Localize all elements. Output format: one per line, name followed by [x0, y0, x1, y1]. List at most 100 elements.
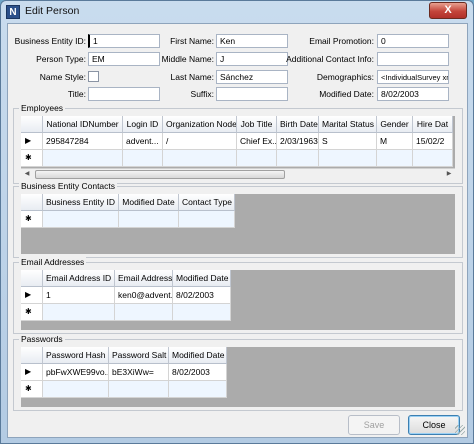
- window-close-button[interactable]: X: [429, 2, 467, 19]
- scrollbar-thumb[interactable]: [35, 170, 285, 179]
- table-cell[interactable]: 295847284: [43, 133, 123, 150]
- current-row-marker-icon[interactable]: ▶: [21, 287, 43, 304]
- business-entity-id-field[interactable]: 1: [88, 34, 160, 48]
- table-cell[interactable]: [277, 150, 319, 167]
- column-header[interactable]: Password Hash: [43, 347, 109, 364]
- table-cell[interactable]: [319, 150, 377, 167]
- table-cell[interactable]: [237, 150, 277, 167]
- person-type-label: Person Type:: [36, 54, 86, 64]
- employees-grid[interactable]: National IDNumber Login ID Organization …: [21, 116, 455, 180]
- column-header[interactable]: Password Salt: [109, 347, 169, 364]
- resize-grip-icon[interactable]: [455, 425, 465, 435]
- employees-group-title: Employees: [19, 103, 66, 114]
- current-row-marker-icon[interactable]: ▶: [21, 133, 43, 150]
- form-client-area: Business Entity ID: 1 Person Type: EM Na…: [7, 23, 468, 438]
- table-cell[interactable]: /: [163, 133, 237, 150]
- column-header[interactable]: Job Title: [237, 116, 277, 133]
- new-row-asterisk-icon[interactable]: ✱: [21, 304, 43, 321]
- table-cell[interactable]: 8/02/2003: [169, 364, 227, 381]
- table-cell[interactable]: 8/02/2003: [173, 287, 231, 304]
- email-promotion-field[interactable]: 0: [377, 34, 449, 48]
- horizontal-scrollbar[interactable]: ◀ ▶: [21, 168, 455, 180]
- row-header-corner: [21, 270, 43, 287]
- table-cell[interactable]: advent...: [123, 133, 163, 150]
- table-cell[interactable]: [119, 211, 179, 228]
- table-cell[interactable]: ken0@advent...: [115, 287, 173, 304]
- table-cell[interactable]: bE3XiWw=: [109, 364, 169, 381]
- person-type-field[interactable]: EM: [88, 52, 160, 66]
- row-header-corner: [21, 194, 43, 211]
- table-row[interactable]: ▶ 1 ken0@advent... 8/02/2003: [21, 287, 231, 304]
- scroll-right-icon[interactable]: ▶: [443, 169, 455, 180]
- table-cell[interactable]: [413, 150, 453, 167]
- column-header[interactable]: Contact Type: [179, 194, 235, 211]
- save-button[interactable]: Save: [348, 415, 400, 435]
- new-row[interactable]: ✱: [21, 211, 235, 228]
- column-header[interactable]: Email Address: [115, 270, 173, 287]
- employees-group: Employees National IDNumber Login ID Org…: [13, 103, 463, 184]
- table-cell[interactable]: [43, 211, 119, 228]
- table-row[interactable]: ▶ 295847284 advent... / Chief Ex... 2/03…: [21, 133, 453, 150]
- business-entity-contacts-grid[interactable]: Business Entity ID Modified Date Contact…: [21, 194, 455, 254]
- table-cell[interactable]: [115, 304, 173, 321]
- passwords-group-title: Passwords: [19, 334, 65, 345]
- additional-contact-info-field[interactable]: [377, 52, 449, 66]
- column-header[interactable]: Email Address ID: [43, 270, 115, 287]
- close-button[interactable]: Close: [408, 415, 460, 435]
- scroll-left-icon[interactable]: ◀: [21, 169, 33, 180]
- table-cell[interactable]: [163, 150, 237, 167]
- column-header[interactable]: Organization Node: [163, 116, 237, 133]
- new-row[interactable]: ✱: [21, 381, 227, 398]
- passwords-grid[interactable]: Password Hash Password Salt Modified Dat…: [21, 347, 455, 407]
- table-row[interactable]: ▶ pbFwXWE99vo... bE3XiWw= 8/02/2003: [21, 364, 227, 381]
- column-header[interactable]: Business Entity ID: [43, 194, 119, 211]
- new-row[interactable]: ✱: [21, 304, 231, 321]
- table-cell[interactable]: [377, 150, 413, 167]
- table-cell[interactable]: S: [319, 133, 377, 150]
- column-header[interactable]: Gender: [377, 116, 413, 133]
- column-header[interactable]: Modified Date: [173, 270, 231, 287]
- table-cell[interactable]: [173, 304, 231, 321]
- column-header[interactable]: Birth Date: [277, 116, 319, 133]
- emails-header-row: Email Address ID Email Address Modified …: [21, 270, 231, 287]
- suffix-field[interactable]: [216, 87, 288, 101]
- current-row-marker-icon[interactable]: ▶: [21, 364, 43, 381]
- table-cell[interactable]: [179, 211, 235, 228]
- table-cell[interactable]: [43, 304, 115, 321]
- table-cell[interactable]: Chief Ex...: [237, 133, 277, 150]
- email-promotion-label: Email Promotion:: [309, 36, 374, 46]
- table-cell[interactable]: pbFwXWE99vo...: [43, 364, 109, 381]
- email-addresses-grid[interactable]: Email Address ID Email Address Modified …: [21, 270, 455, 330]
- business-entity-contacts-group-title: Business Entity Contacts: [19, 181, 118, 192]
- title-field[interactable]: [88, 87, 160, 101]
- column-header[interactable]: Login ID: [123, 116, 163, 133]
- table-cell[interactable]: [43, 150, 123, 167]
- column-header[interactable]: Modified Date: [169, 347, 227, 364]
- new-row-asterisk-icon[interactable]: ✱: [21, 150, 43, 167]
- new-row-asterisk-icon[interactable]: ✱: [21, 211, 43, 228]
- table-cell[interactable]: [43, 381, 109, 398]
- last-name-label: Last Name:: [170, 72, 214, 82]
- column-header[interactable]: National IDNumber: [43, 116, 123, 133]
- app-icon: N: [6, 5, 20, 19]
- email-addresses-group-title: Email Addresses: [19, 257, 87, 268]
- column-header[interactable]: Modified Date: [119, 194, 179, 211]
- column-header[interactable]: Hire Dat: [413, 116, 453, 133]
- modified-date-field[interactable]: 8/02/2003: [377, 87, 449, 101]
- passwords-header-row: Password Hash Password Salt Modified Dat…: [21, 347, 227, 364]
- table-cell[interactable]: [169, 381, 227, 398]
- name-style-checkbox[interactable]: [88, 71, 99, 82]
- demographics-field[interactable]: <IndividualSurvey xr: [377, 70, 449, 84]
- table-cell[interactable]: [123, 150, 163, 167]
- table-cell[interactable]: 1: [43, 287, 115, 304]
- first-name-field[interactable]: Ken: [216, 34, 288, 48]
- column-header[interactable]: Marital Status: [319, 116, 377, 133]
- new-row[interactable]: ✱: [21, 150, 453, 167]
- table-cell[interactable]: M: [377, 133, 413, 150]
- table-cell[interactable]: 15/02/2: [413, 133, 453, 150]
- title-bar[interactable]: N Edit Person X: [1, 1, 473, 23]
- table-cell[interactable]: [109, 381, 169, 398]
- last-name-field[interactable]: Sánchez: [216, 70, 288, 84]
- new-row-asterisk-icon[interactable]: ✱: [21, 381, 43, 398]
- table-cell[interactable]: 2/03/1963: [277, 133, 319, 150]
